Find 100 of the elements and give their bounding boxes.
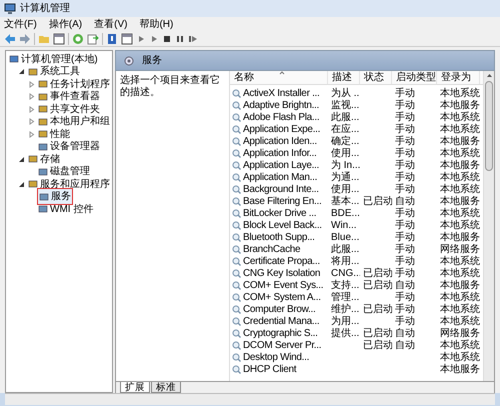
table-cell-text: 手动 — [395, 206, 415, 220]
expanded-icon[interactable] — [18, 180, 25, 188]
column-header[interactable]: 状态 — [360, 71, 392, 84]
table-cell-text: COM+ Event Sys... — [243, 278, 324, 292]
table-cell-text: 本地系统 — [440, 266, 480, 280]
table-cell-text: 已启动 — [363, 266, 392, 280]
node-icon — [28, 154, 38, 164]
pane-icon[interactable] — [53, 32, 65, 44]
table-cell-text: 手动 — [395, 230, 415, 244]
table-cell-text: Application Infor... — [243, 146, 316, 160]
table-cell-text: 本地服务 — [440, 134, 480, 148]
table-cell-text: 本地服务 — [440, 158, 480, 172]
table-cell-text: 已启动 — [363, 338, 392, 352]
tree-item[interactable]: 性能 — [37, 126, 71, 142]
tree-item[interactable]: 任务计划程序 — [37, 76, 111, 92]
table-cell-text: Application Iden... — [243, 134, 317, 148]
table-cell-text: Application Man... — [243, 170, 318, 184]
table-cell-text: 确定... — [331, 134, 360, 148]
column-header[interactable]: 启动类型 — [392, 71, 437, 84]
table-cell-text: 将用... — [331, 254, 360, 268]
table-cell-text: 自动 — [395, 278, 415, 292]
table-cell-text: 手动 — [395, 122, 415, 136]
table-cell-text: Block Level Back... — [243, 218, 322, 232]
collapsed-icon[interactable] — [28, 80, 35, 88]
node-icon — [38, 129, 48, 140]
table-cell-text: Desktop Wind... — [243, 350, 310, 364]
table-cell-text: 本地系统 — [440, 254, 480, 268]
table-cell-text: 已启动 — [363, 194, 392, 208]
table-cell-text: 网络服务 — [440, 326, 480, 340]
node-icon — [28, 179, 38, 190]
node-icon — [38, 92, 48, 102]
tree-item[interactable]: 本地用户和组 — [37, 114, 111, 130]
menu-item[interactable]: 帮助(H) — [139, 16, 174, 32]
description-text: 选择一个项目来查看它的描述。 — [120, 75, 221, 99]
table-cell-text: Application Laye... — [243, 158, 320, 172]
node-icon — [38, 142, 48, 152]
service-icon — [232, 208, 241, 218]
back-icon[interactable] — [4, 32, 16, 44]
table-cell-text: 手动 — [395, 266, 415, 280]
expanded-icon[interactable] — [18, 156, 25, 163]
table-cell-text: BDE... — [331, 206, 360, 220]
export-icon[interactable] — [87, 32, 99, 44]
tab[interactable]: 标准 — [151, 382, 181, 393]
forward-icon[interactable] — [19, 32, 31, 44]
menu-item[interactable]: 查看(V) — [94, 16, 128, 32]
service-icon — [232, 220, 241, 230]
table-cell-text: Adobe Flash Pla... — [243, 110, 320, 124]
table-cell-text: 自动 — [395, 194, 415, 208]
table-cell-text: 本地系统 — [440, 206, 480, 220]
table-cell-text: 为 In... — [331, 158, 360, 172]
table-cell-text: BitLocker Drive ... — [243, 206, 316, 220]
table-cell-text: 使用... — [331, 146, 360, 160]
collapsed-icon[interactable] — [28, 106, 35, 113]
table-cell-text: 基本... — [331, 194, 360, 208]
table-cell-text: 本地系统 — [440, 350, 480, 364]
service-icon — [232, 328, 241, 338]
tree-item[interactable]: 计算机管理(本地) — [8, 52, 99, 67]
column-header[interactable]: 名称 — [230, 71, 328, 84]
column-header[interactable]: 描述 — [328, 71, 360, 84]
table-cell-text: 在应... — [331, 122, 360, 136]
service-icon — [232, 256, 241, 266]
tree-item[interactable]: 共享文件夹 — [37, 102, 101, 117]
tree-item[interactable]: 设备管理器 — [37, 139, 101, 154]
tab[interactable]: 扩展 — [120, 382, 150, 393]
service-icon — [232, 88, 241, 98]
tree-item[interactable]: 系统工具 — [27, 64, 81, 80]
table-cell-text: 提供... — [331, 326, 360, 340]
table-cell-text: 手动 — [395, 314, 415, 328]
menu-item[interactable]: 操作(A) — [48, 16, 82, 32]
table-cell-text: 此服... — [331, 242, 360, 256]
collapsed-icon[interactable] — [28, 118, 35, 126]
menu-item[interactable]: 文件(F) — [4, 16, 37, 32]
tree-item[interactable]: 事件查看器 — [37, 89, 101, 104]
table-cell-text: Base Filtering En... — [243, 194, 322, 208]
table-cell-text: 网络服务 — [440, 242, 480, 256]
service-icon — [232, 112, 241, 122]
table-cell-text: 手动 — [395, 86, 415, 100]
pane-icon[interactable] — [121, 32, 133, 44]
node-icon — [38, 166, 48, 177]
table-cell-text: 自动 — [395, 338, 415, 352]
table-cell-text: 本地系统 — [440, 302, 480, 316]
expanded-icon[interactable] — [18, 68, 25, 76]
collapsed-icon[interactable] — [28, 130, 35, 138]
scrollbar[interactable] — [483, 71, 494, 381]
table-cell-text: 手动 — [395, 146, 415, 160]
node-icon — [38, 79, 48, 90]
service-icon — [232, 316, 241, 326]
scroll-thumb[interactable] — [485, 81, 493, 171]
table-cell-text: Application Expe... — [243, 122, 320, 136]
tree-item[interactable]: 磁盘管理 — [37, 164, 91, 180]
tree-item[interactable]: 服务 — [37, 188, 73, 206]
table-cell-text: 本地系统 — [440, 290, 480, 304]
service-icon — [232, 340, 241, 350]
node-icon — [9, 54, 19, 64]
table-cell-text: 已启动 — [363, 278, 392, 292]
column-header[interactable]: 登录为 — [437, 71, 480, 84]
collapsed-icon[interactable] — [28, 93, 35, 100]
computer-icon — [4, 2, 16, 14]
table-cell-text: 使用... — [331, 182, 360, 196]
tree-item[interactable]: 存储 — [27, 152, 61, 167]
